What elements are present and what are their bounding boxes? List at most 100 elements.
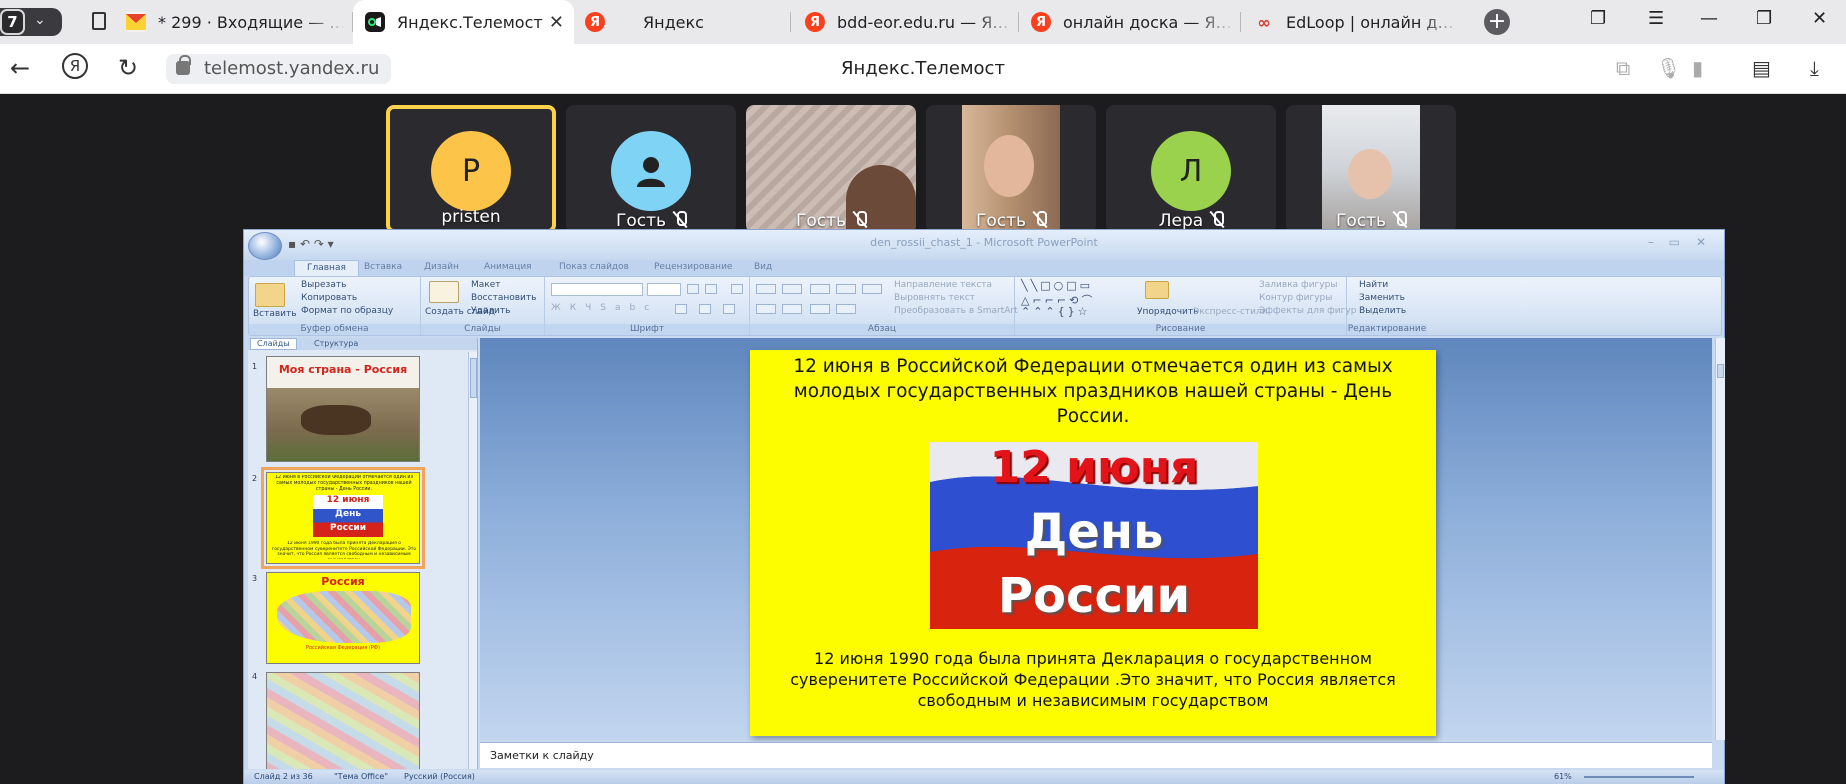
tab-yandex[interactable]: Я Яндекс [585,0,785,44]
participant-name: Лера [1106,211,1276,231]
format-painter-button[interactable]: Формат по образцу [301,306,393,316]
download-icon[interactable]: ⤓ [1810,56,1819,80]
find-button[interactable]: Найти [1359,280,1388,290]
ribbon-tab-insert[interactable]: Вставка [364,262,402,272]
participant-name: Гость [566,211,736,231]
current-slide[interactable]: 12 июня в Российской Федерации отмечаетс… [750,350,1436,736]
shared-screen-powerpoint: ▪ ↶ ↷ ▾ den_rossii_chast_1 - Microsoft P… [243,229,1725,784]
url-field[interactable]: telemost.yandex.ru [166,54,392,84]
zoom-level[interactable]: 61% [1554,772,1572,781]
ppt-restore-icon[interactable]: ▭ [1669,235,1680,249]
cut-button[interactable]: Вырезать [301,280,346,290]
conference-stage: P pristen Гость Гость Гость Л Лера Гость… [0,95,1846,784]
participant-name: Гость [926,211,1096,231]
mic-off-icon [1211,211,1225,228]
replace-button[interactable]: Заменить [1359,293,1405,303]
close-tab-icon[interactable]: ✕ [549,12,564,33]
group-paragraph: Направление текста Выровнять текст Преоб… [750,277,1018,335]
russia-day-image[interactable]: 12 июня День России [930,442,1258,629]
browser-tabbar: 7 ⌄ * 299 · Входящие — Янд Яндекс.Телемо… [0,0,1846,44]
mic-off-icon [854,211,868,228]
ppt-minimize-icon[interactable]: – [1648,235,1654,249]
slide-scrollbar[interactable] [1715,338,1725,740]
microphone-icon[interactable]: 🎙 [1656,56,1681,80]
participant-tile[interactable]: Гость [1286,105,1456,233]
arrange-icon[interactable] [1145,281,1169,299]
participant-tile[interactable]: Л Лера [1106,105,1276,233]
tab-edloop[interactable]: ∞ EdLoop | онлайн доска [1254,0,1460,44]
reader-icon[interactable]: ▤ [1752,56,1771,80]
ribbon-tab-animation[interactable]: Анимация [484,262,532,272]
font-name-box[interactable] [551,283,643,296]
group-font: ЖКЧSabc Шрифт [545,277,750,335]
collections-icon[interactable]: ❐ [1590,8,1606,29]
yandex-icon: Я [1031,12,1051,32]
select-button[interactable]: Выделить [1359,306,1406,316]
tab-bdd-eor[interactable]: Я bdd-eor.edu.ru — Янде [805,0,1015,44]
ribbon-tab-review[interactable]: Рецензирование [654,262,732,272]
ribbon-tab-design[interactable]: Дизайн [424,262,459,272]
slide-body-text[interactable]: 12 июня 1990 года была принята Деклараци… [762,648,1424,711]
tab-telemost[interactable]: Яндекс.Телемост ✕ [353,0,574,44]
ribbon-tab-home[interactable]: Главная [294,260,359,276]
mic-off-icon [1034,211,1048,228]
address-bar: ← Я ↻ telemost.yandex.ru Яндекс.Телемост… [0,44,1846,94]
new-slide-icon[interactable] [429,281,459,303]
ribbon: Вставить Вырезать Копировать Формат по о… [248,276,1722,336]
ribbon-tabs: Главная Вставка Дизайн Анимация Показ сл… [244,260,1724,276]
participant-name: Гость [746,211,916,231]
yandex-icon: Я [805,12,825,32]
group-slides: Создать слайд Макет Восстановить Удалить… [421,277,545,335]
paste-icon[interactable] [255,283,285,307]
slide-thumbnail[interactable]: Россия Российская Федерация (РФ) [266,572,420,664]
participant-name: pristen [441,207,501,227]
tab-counter-button[interactable]: 7 ⌄ [0,8,62,36]
copy-button[interactable]: Копировать [301,293,357,303]
document-icon[interactable] [92,12,106,30]
back-icon[interactable]: ← [10,54,30,82]
close-window-icon[interactable]: ✕ [1812,8,1827,29]
yandex-logo-icon[interactable]: Я [62,53,88,79]
tab-online-board[interactable]: Я онлайн доска — Янде [1031,0,1235,44]
slide-thumbnail[interactable] [266,672,420,769]
zoom-slider[interactable] [1584,776,1694,778]
avatar: Л [1151,131,1231,211]
tab-mail[interactable]: * 299 · Входящие — Янд [126,0,346,44]
participant-tile[interactable]: P pristen [386,105,556,233]
participant-name: Гость [1286,211,1456,231]
telemost-icon [365,12,385,32]
ribbon-tab-view[interactable]: Вид [754,262,772,272]
restore-icon[interactable]: ❐ [1756,8,1772,29]
slide-heading-text[interactable]: 12 июня в Российской Федерации отмечаетс… [762,354,1424,429]
minimize-icon[interactable]: — [1700,8,1718,29]
font-size-box[interactable] [647,283,681,296]
panel-scrollbar[interactable] [468,352,477,769]
slide-thumbnail-selected[interactable]: 12 июня в Российской Федерации отмечаетс… [261,467,425,569]
ribbon-tab-slideshow[interactable]: Показ слайдов [559,262,629,272]
ppt-statusbar: Слайд 2 из 36 "Тема Office" Русский (Рос… [244,770,1724,784]
mic-off-icon [1394,211,1408,228]
reload-icon[interactable]: ↻ [118,54,138,82]
mail-icon [126,12,146,32]
notes-pane[interactable]: Заметки к слайду [480,742,1712,768]
share-icon[interactable]: ⧉ [1616,56,1630,80]
group-drawing: ╲╲□○□▭ △⌐⌐⌐⟲⌒ ⌃⌃⌃{}☆ Упорядочить Экспрес… [1015,277,1356,335]
participant-tile[interactable]: Гость [926,105,1096,233]
ppt-caption: den_rossii_chast_1 - Microsoft PowerPoin… [870,236,1098,249]
ppt-close-icon[interactable]: ✕ [1696,235,1706,249]
yandex-icon: Я [585,12,605,32]
shapes-gallery[interactable]: ╲╲□○□▭ [1021,279,1093,292]
slide-canvas: 12 июня в Российской Федерации отмечаетс… [480,338,1712,740]
avatar: P [431,131,511,211]
new-tab-button[interactable]: + [1484,9,1510,35]
slide-thumbnail[interactable]: Моя страна - Россия [266,356,420,462]
panel-tab-outline[interactable]: Структура [314,339,358,348]
user-icon [611,131,691,211]
ppt-titlebar: ▪ ↶ ↷ ▾ den_rossii_chast_1 - Microsoft P… [244,230,1724,260]
menu-icon[interactable]: ☰ [1648,8,1664,29]
edloop-icon: ∞ [1257,12,1271,32]
participant-tile[interactable]: Гость [566,105,736,233]
panel-tab-slides[interactable]: Слайды [250,338,297,350]
bookmark-icon[interactable]: ▮ [1692,56,1703,80]
participant-tile[interactable]: Гость [746,105,916,233]
